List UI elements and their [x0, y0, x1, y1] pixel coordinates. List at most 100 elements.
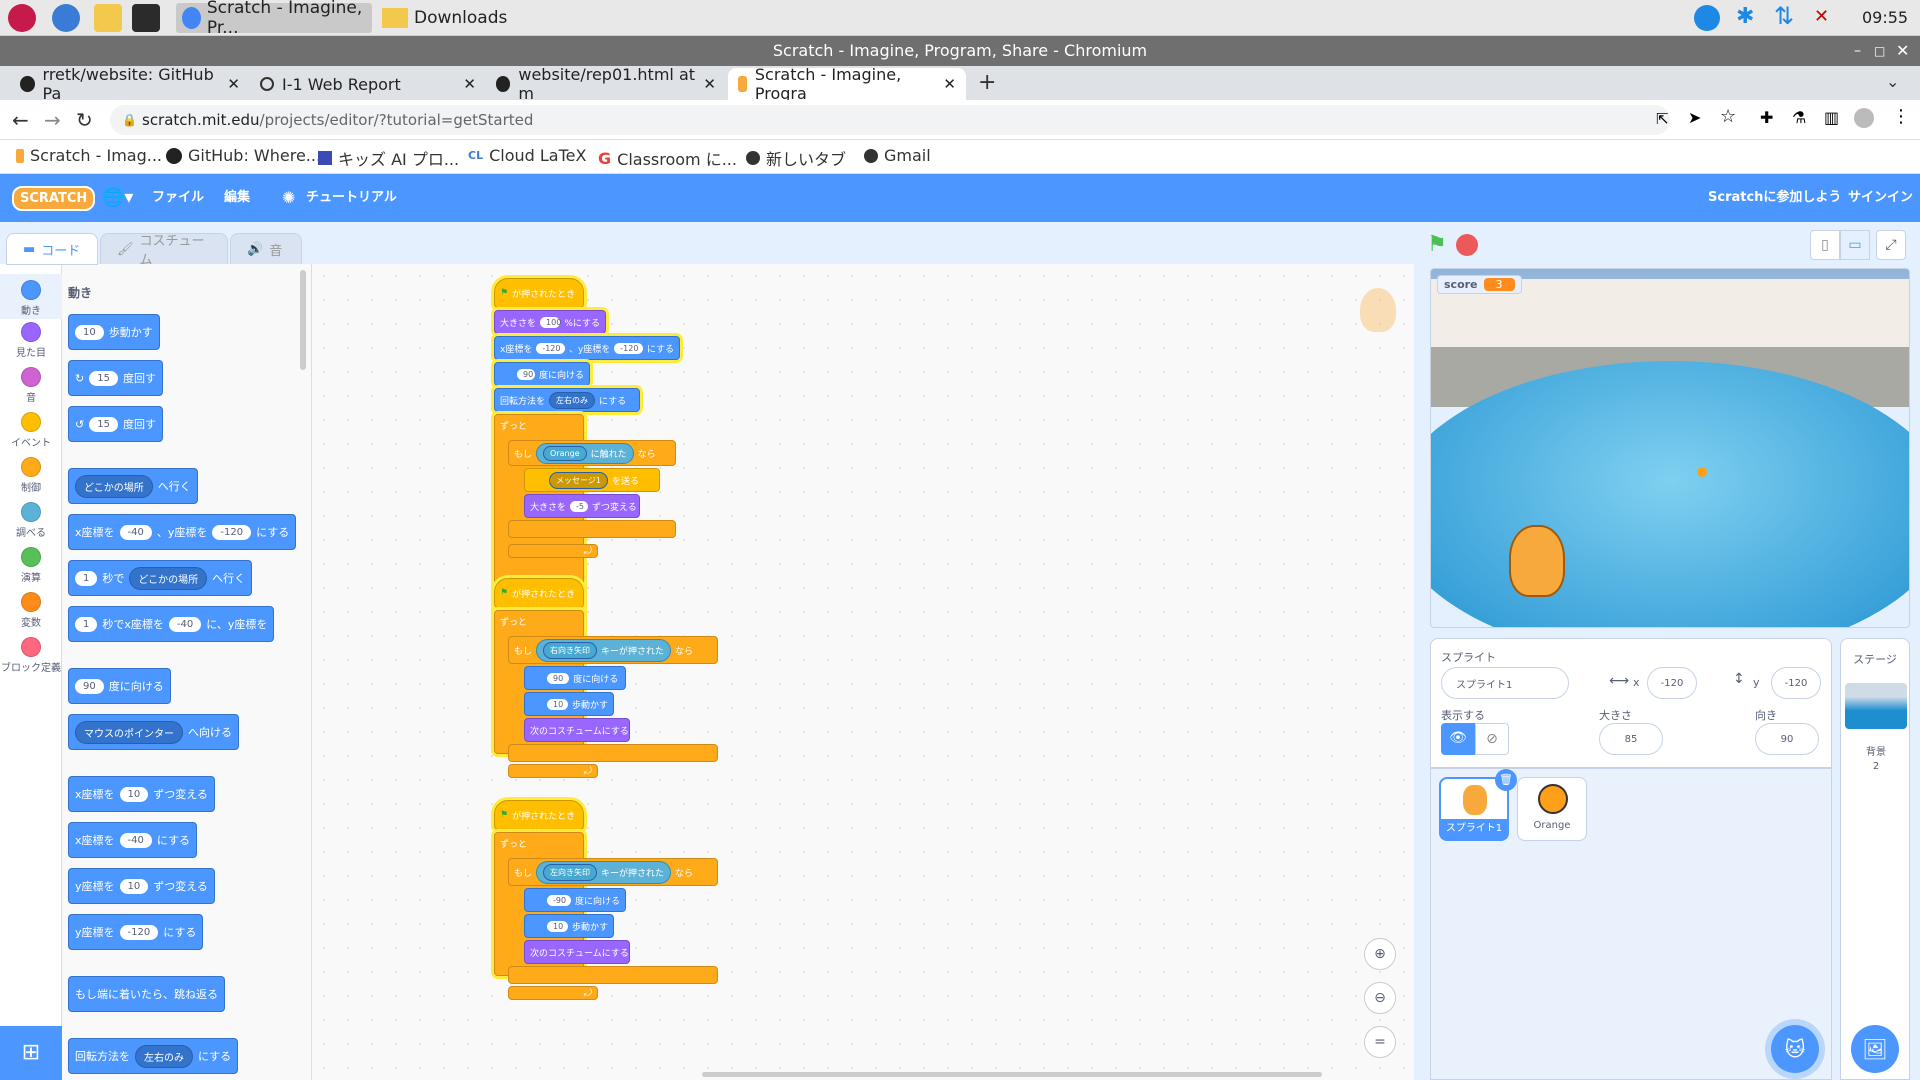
terminal-icon[interactable] [132, 4, 160, 32]
if-block[interactable]: もし 右向き矢印 キーが押された なら [508, 636, 718, 664]
size-input[interactable]: 100 [540, 316, 561, 328]
add-extension-button[interactable]: ⊞ [0, 1026, 62, 1080]
direction-input[interactable]: 90 [517, 368, 535, 380]
set-size-block[interactable]: 大きさを 100 %にする [494, 310, 606, 334]
browser-tab[interactable]: website/rep01.html at m ✕ [486, 65, 726, 103]
fullscreen-button[interactable]: ⤢ [1876, 230, 1906, 260]
taskbar-task-chromium[interactable]: Scratch - Imagine, Pr... [176, 0, 372, 38]
y-input[interactable]: -120 [119, 924, 159, 940]
maximize-icon[interactable]: □ [1874, 36, 1885, 66]
key-dropdown[interactable]: 左向き矢印 [543, 863, 598, 881]
x-input[interactable]: -40 [168, 616, 202, 632]
if-block[interactable]: もし 左向き矢印 キーが押された なら [508, 858, 718, 886]
download-icon[interactable] [1694, 5, 1720, 31]
variable-monitor[interactable]: score 3 [1437, 275, 1522, 294]
share-icon[interactable]: ⇱ [1656, 110, 1669, 128]
reload-icon[interactable]: ↻ [76, 108, 93, 132]
file-manager-icon[interactable] [94, 4, 122, 32]
message-dropdown[interactable]: メッセージ1 [549, 471, 608, 489]
category-looks[interactable]: 見た目 [0, 322, 62, 359]
steps-input[interactable]: 10 [547, 920, 568, 932]
x-input[interactable]: 10 [119, 786, 149, 802]
bookmark-item[interactable]: 新しいタブ [746, 146, 846, 170]
send-icon[interactable]: ➤ [1688, 108, 1701, 127]
close-tab-icon[interactable]: ✕ [703, 75, 716, 93]
block-point-towards[interactable]: マウスのポインター へ向ける [68, 714, 239, 750]
tab-search-icon[interactable]: ⌄ [1886, 72, 1899, 91]
y-input[interactable]: -120 [614, 342, 643, 354]
key-pressed-sensor[interactable]: 右向き矢印 キーが押された [536, 638, 672, 662]
block-turn-right[interactable]: ↻ 15 度回す [68, 360, 163, 396]
orange-sprite[interactable] [1697, 467, 1707, 477]
menu-edit[interactable]: 編集 [224, 174, 250, 222]
key-dropdown[interactable]: 右向き矢印 [543, 641, 598, 659]
show-sprite-button[interactable]: 👁 [1441, 723, 1475, 755]
browser-launcher-icon[interactable] [52, 4, 80, 32]
rotation-dropdown[interactable]: 左右のみ [135, 1044, 193, 1068]
tab-costume[interactable]: 🖌 コスチューム [100, 233, 228, 268]
category-operators[interactable]: 演算 [0, 547, 62, 584]
menu-kebab-icon[interactable]: ⋮ [1892, 106, 1910, 127]
direction-input[interactable]: 90 [75, 678, 104, 694]
block-goto[interactable]: どこかの場所 へ行く [68, 468, 198, 504]
volume-icon[interactable]: ✕ [1814, 6, 1829, 27]
steps-input[interactable]: 10 [75, 324, 104, 340]
small-stage-button[interactable]: ▯ [1810, 230, 1840, 260]
point-direction-block[interactable]: 90 度に向ける [494, 362, 590, 386]
language-globe-icon[interactable]: 🌐▾ [102, 174, 133, 222]
point-direction-block[interactable]: -90 度に向ける [524, 888, 626, 912]
bookmark-star-icon[interactable]: ☆ [1720, 106, 1736, 127]
tab-code[interactable]: ▬ コード [6, 233, 98, 265]
category-my-blocks[interactable]: ブロック定義 [0, 637, 62, 674]
x-input[interactable]: -40 [119, 524, 152, 540]
stage-canvas[interactable]: score 3 [1430, 268, 1910, 628]
sidepanel-icon[interactable]: ▥ [1824, 108, 1839, 127]
size-input[interactable]: -5 [570, 500, 589, 512]
profile-icon[interactable] [1854, 108, 1874, 128]
y-position-input[interactable]: -120 [1771, 667, 1821, 699]
rotation-style-block[interactable]: 回転方法を 左右のみ にする [494, 388, 640, 412]
stop-button[interactable] [1456, 234, 1478, 256]
seconds-input[interactable]: 1 [75, 616, 98, 632]
when-flag-clicked-hat[interactable]: ⚑ が押されたとき [494, 578, 584, 608]
stage-target-panel[interactable]: ステージ 背景 2 🖼 [1840, 638, 1910, 1080]
bookmark-item[interactable]: G Classroom に... [598, 146, 737, 170]
sprite-tile[interactable]: Orange [1517, 777, 1587, 841]
forward-icon[interactable]: → [44, 108, 61, 132]
new-tab-button[interactable]: + [978, 70, 996, 95]
block-rotation-style[interactable]: 回転方法を 左右のみ にする [68, 1038, 239, 1074]
seconds-input[interactable]: 1 [75, 570, 98, 586]
palette-scrollbar[interactable] [300, 270, 306, 370]
bookmark-item[interactable]: Scratch - Imag... [16, 146, 162, 165]
point-direction-block[interactable]: 90 度に向ける [524, 666, 626, 690]
if-block[interactable]: もし Orange に触れた なら [508, 440, 676, 466]
close-tab-icon[interactable]: ✕ [463, 75, 476, 93]
touching-sensor[interactable]: Orange に触れた [536, 442, 634, 464]
block-change-x[interactable]: x座標を 10 ずつ変える [68, 776, 215, 812]
block-move-steps[interactable]: 10 歩動かす [68, 314, 160, 350]
back-icon[interactable]: ← [12, 108, 29, 132]
y-input[interactable]: -120 [212, 524, 252, 540]
zoom-in-button[interactable]: ⊕ [1364, 938, 1396, 970]
sign-in-link[interactable]: サインイン [1848, 174, 1913, 222]
extensions-icon[interactable]: ✚ [1760, 108, 1773, 127]
category-motion[interactable]: 動き [0, 274, 62, 319]
x-input[interactable]: -40 [119, 832, 152, 848]
vertical-scrollbar[interactable] [1414, 264, 1420, 684]
move-steps-block[interactable]: 10 歩動かす [524, 914, 614, 938]
sprite-tile-selected[interactable]: スプライト1 🗑 [1439, 769, 1517, 841]
category-variables[interactable]: 変数 [0, 592, 62, 629]
block-point-direction[interactable]: 90 度に向ける [68, 668, 171, 704]
labs-icon[interactable]: ⚗ [1792, 108, 1806, 127]
block-goto-xy[interactable]: x座標を -40 、y座標を -120 にする [68, 514, 297, 550]
target-dropdown[interactable]: どこかの場所 [129, 566, 208, 590]
zoom-out-button[interactable]: ⊖ [1364, 982, 1396, 1014]
bookmark-item[interactable]: Gmail [864, 146, 931, 165]
backdrop-thumbnail[interactable] [1845, 683, 1907, 729]
join-scratch-link[interactable]: Scratchに参加しよう [1708, 174, 1841, 222]
block-glide-xy[interactable]: 1 秒でx座標を -40 に、y座標を [68, 606, 275, 642]
category-sensing[interactable]: 調べる [0, 502, 62, 539]
when-flag-clicked-hat[interactable]: ⚑ が押されたとき [494, 278, 584, 308]
sprite-name-input[interactable]: スプライト1 [1441, 667, 1569, 699]
target-dropdown[interactable]: マウスのポインター [75, 720, 183, 744]
